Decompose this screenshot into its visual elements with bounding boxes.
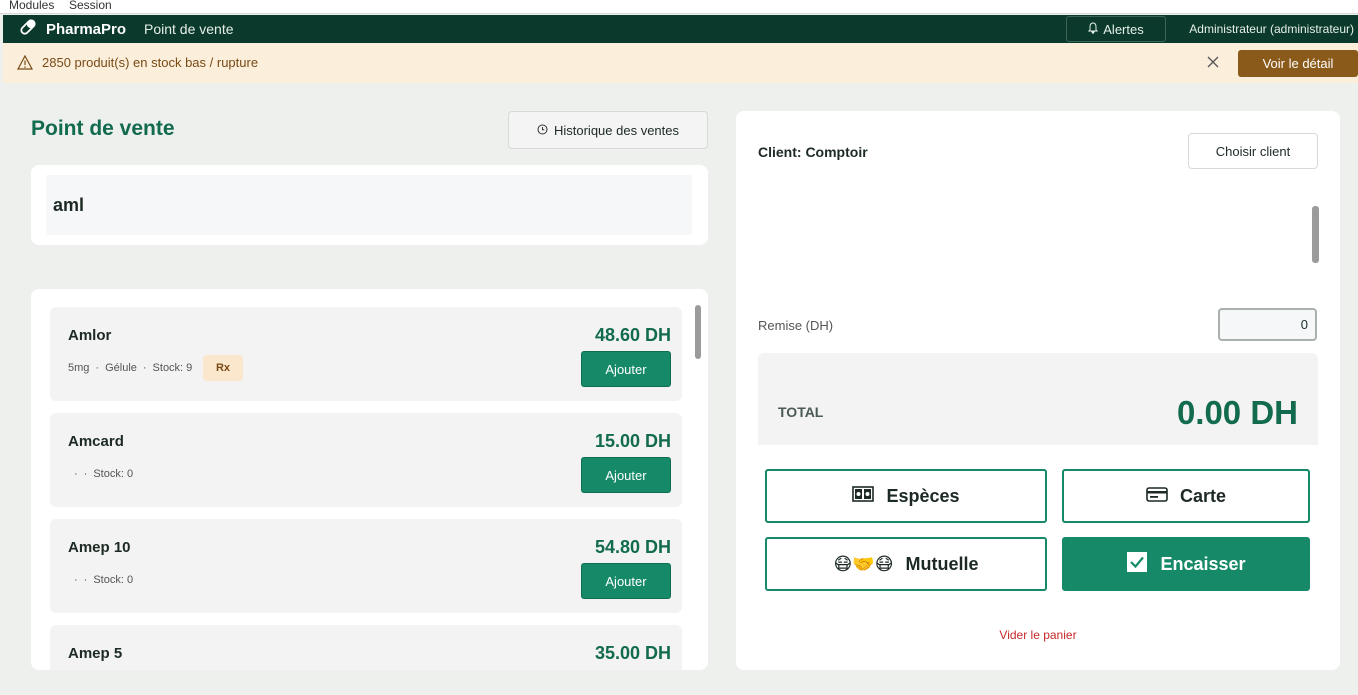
product-price: 35.00 DH: [594, 643, 671, 663]
close-icon[interactable]: [1206, 55, 1220, 74]
choose-client-button[interactable]: Choisir client: [1188, 133, 1318, 169]
bell-icon: [1088, 21, 1099, 37]
checkout-label: Encaisser: [1160, 553, 1246, 574]
product-stock: Stock: 9: [152, 362, 193, 374]
product-dosage: 5mg: [68, 362, 90, 374]
breadcrumb: Point de vente: [144, 21, 234, 37]
checkout-button[interactable]: Encaisser: [1062, 537, 1310, 591]
product-card: Amcard · · Stock: 0 15.00 DH Ajouter: [50, 413, 682, 507]
view-details-button[interactable]: Voir le détail: [1238, 50, 1358, 77]
clock-icon: [537, 123, 548, 138]
empty-cart-link[interactable]: Vider le panier: [736, 628, 1340, 642]
product-list-scrollbar[interactable]: [695, 305, 701, 359]
banner-message: 2850 produit(s) en stock bas / rupture: [42, 55, 259, 70]
product-name: Amep 5: [68, 645, 123, 662]
add-to-cart-button[interactable]: Ajouter: [581, 563, 671, 599]
cash-label: Espèces: [886, 485, 960, 506]
mutual-icons: 😷🤝😷: [833, 553, 894, 575]
sales-history-label: Historique des ventes: [553, 122, 679, 138]
product-meta: · · Stock: 0: [74, 468, 134, 480]
add-to-cart-button[interactable]: Ajouter: [581, 457, 671, 493]
product-name: Amlor: [68, 327, 112, 344]
product-card: Amep 5 35.00 DH: [50, 625, 682, 670]
product-meta: · · Stock: 0: [74, 574, 134, 586]
menu-bar: Modules Session: [0, 0, 1358, 14]
product-price: 48.60 DH: [594, 325, 671, 345]
product-meta: 5mg · Gélule · Stock: 9: [68, 362, 193, 374]
brand-name: PharmaPro: [46, 20, 127, 38]
product-search-input[interactable]: [46, 175, 692, 235]
product-card: Amep 10 · · Stock: 0 54.80 DH Ajouter: [50, 519, 682, 613]
stock-alert-banner: 2850 produit(s) en stock bas / rupture V…: [3, 43, 1358, 83]
card-payment-button[interactable]: Carte: [1062, 469, 1310, 523]
cash-icon: [852, 485, 875, 507]
cart-panel: Client: Comptoir Choisir client Remise (…: [736, 111, 1340, 670]
alerts-label: Alertes: [1103, 21, 1144, 37]
product-stock: Stock: 0: [93, 468, 134, 480]
total-label: TOTAL: [778, 404, 824, 420]
check-icon: [1126, 551, 1148, 578]
menu-modules[interactable]: Modules: [9, 0, 54, 12]
sales-history-button[interactable]: Historique des ventes: [508, 111, 708, 149]
warning-icon: [16, 54, 34, 75]
product-stock: Stock: 0: [93, 574, 134, 586]
discount-label: Remise (DH): [758, 318, 834, 333]
product-card: Amlor 5mg · Gélule · Stock: 9 Rx 48.60 DH …: [50, 307, 682, 401]
card-label: Carte: [1179, 485, 1227, 506]
alerts-button[interactable]: Alertes: [1066, 16, 1166, 42]
prescription-badge: Rx: [203, 355, 243, 381]
page-title: Point de vente: [31, 117, 175, 140]
client-label: Client: Comptoir: [758, 144, 868, 160]
credit-card-icon: [1146, 486, 1168, 507]
mutual-insurance-button[interactable]: 😷🤝😷 Mutuelle: [765, 537, 1047, 591]
product-price: 15.00 DH: [594, 431, 671, 451]
product-list: Amlor 5mg · Gélule · Stock: 9 Rx 48.60 DH …: [31, 289, 708, 670]
product-form: Gélule: [105, 362, 137, 374]
cart-scrollbar[interactable]: [1312, 206, 1319, 263]
pill-icon: [19, 18, 37, 41]
search-panel: [31, 165, 708, 245]
add-to-cart-button[interactable]: Ajouter: [581, 351, 671, 387]
total-box: TOTAL 0.00 DH: [758, 353, 1318, 445]
total-value: 0.00 DH: [1176, 394, 1298, 431]
top-bar: PharmaPro Point de vente Alertes Adminis…: [3, 15, 1358, 43]
product-price: 54.80 DH: [594, 537, 671, 557]
cash-payment-button[interactable]: Espèces: [765, 469, 1047, 523]
mutual-label: Mutuelle: [905, 553, 979, 574]
discount-input[interactable]: [1218, 308, 1317, 341]
product-name: Amep 10: [68, 539, 131, 556]
menu-session[interactable]: Session: [69, 0, 112, 12]
product-name: Amcard: [68, 433, 124, 450]
brand[interactable]: PharmaPro: [19, 15, 126, 43]
user-account[interactable]: Administrateur (administrateur): [1189, 15, 1354, 43]
